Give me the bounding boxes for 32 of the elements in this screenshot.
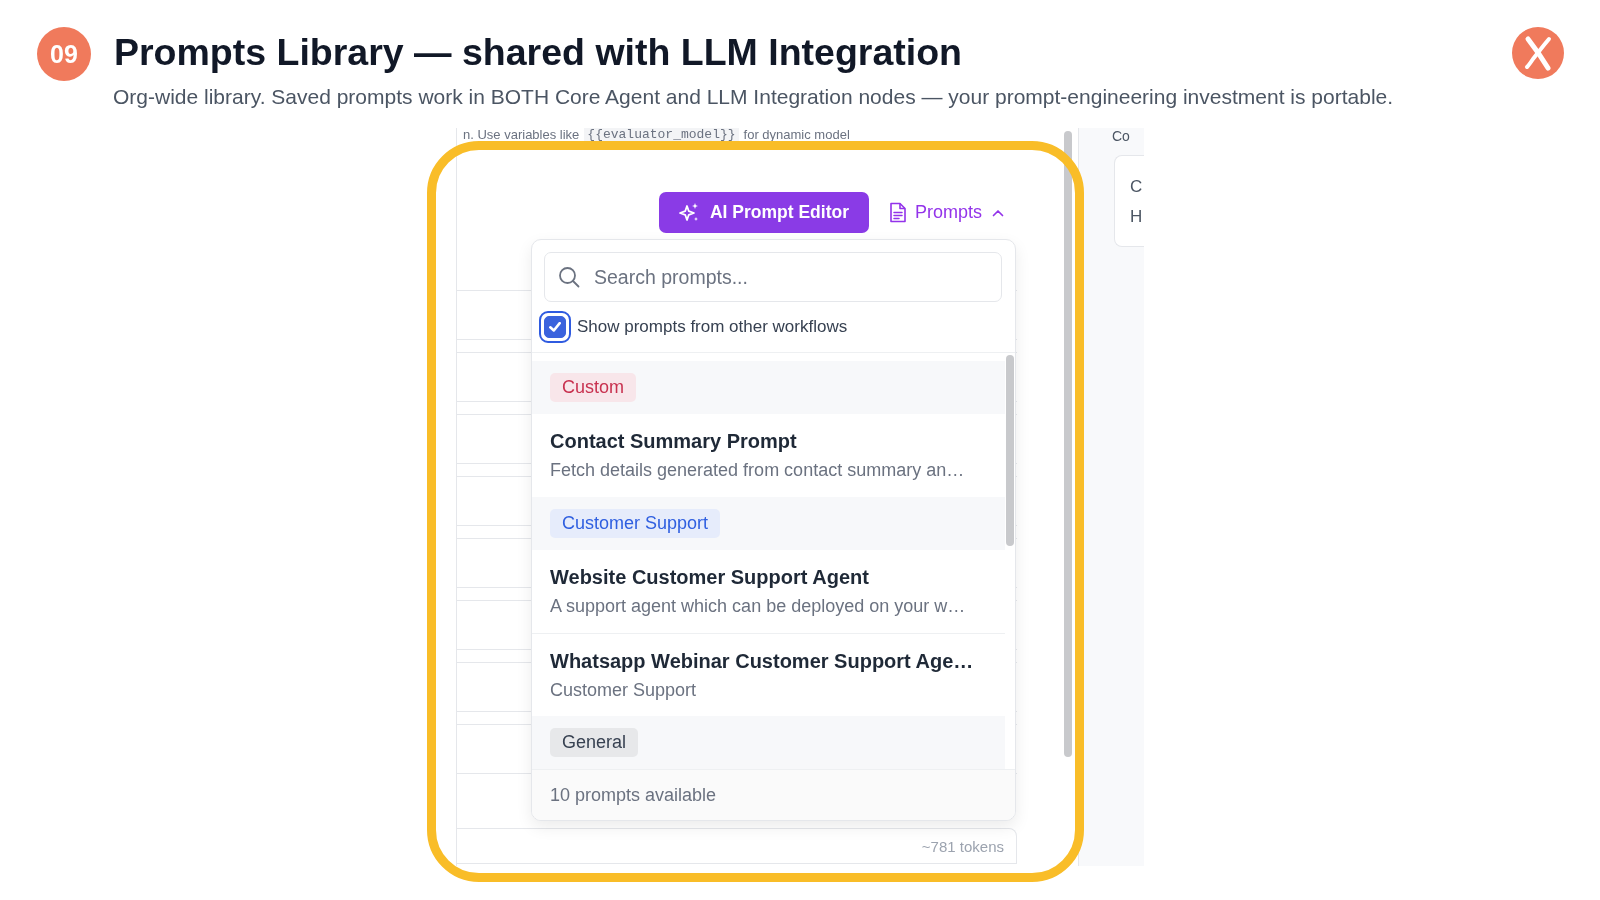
checkbox-label[interactable]: Show prompts from other workflows	[577, 317, 848, 337]
check-icon	[549, 322, 561, 332]
editor-hint-text: n. Use variables like	[463, 128, 580, 141]
slide-subtitle: Org-wide library. Saved prompts work in BOTH Core Agent and LLM Integration nodes — your prompt-engineering investment is portable.	[113, 84, 1395, 109]
token-count: ~781 tokens	[921, 837, 1004, 855]
scrollbar[interactable]	[1064, 131, 1072, 757]
ai-prompt-editor-button[interactable]: AI Prompt Editor	[658, 192, 869, 233]
prompts-button[interactable]: Prompts	[888, 202, 1004, 223]
document-icon	[888, 202, 907, 223]
prompt-count: 10 prompts available	[550, 784, 717, 806]
side-panel-heading: Co	[1112, 128, 1131, 144]
prompt-description: Fetch details generated from contact summary an…	[550, 460, 966, 481]
card-text: H	[1130, 206, 1144, 228]
prompt-title[interactable]: Website Customer Support Agent	[550, 565, 987, 590]
category-tag: Custom	[550, 373, 636, 402]
category-tag: General	[550, 728, 639, 757]
editor-hint-text: for dynamic model	[743, 128, 850, 141]
slide-number-badge: 09	[37, 27, 91, 81]
variable-code: {{evaluator_model}}	[584, 128, 739, 141]
search-icon	[558, 266, 580, 288]
sparkles-icon	[677, 201, 700, 224]
checkbox[interactable]	[539, 311, 571, 343]
prompt-description: Customer Support	[550, 680, 698, 701]
prompt-title[interactable]: Contact Summary Prompt	[550, 429, 987, 454]
prompt-description: A support agent which can be deployed on your w…	[550, 596, 967, 617]
scrollbar[interactable]	[1006, 355, 1014, 546]
search-field[interactable]: Search prompts...	[544, 252, 1002, 302]
logo-icon	[1512, 27, 1564, 79]
card-text: C	[1130, 176, 1144, 198]
category-tag: Customer Support	[550, 509, 721, 538]
prompt-title[interactable]: Whatsapp Webinar Customer Support Age…	[550, 649, 987, 674]
slide-title: Prompts Library — shared with LLM Integration	[114, 30, 963, 75]
